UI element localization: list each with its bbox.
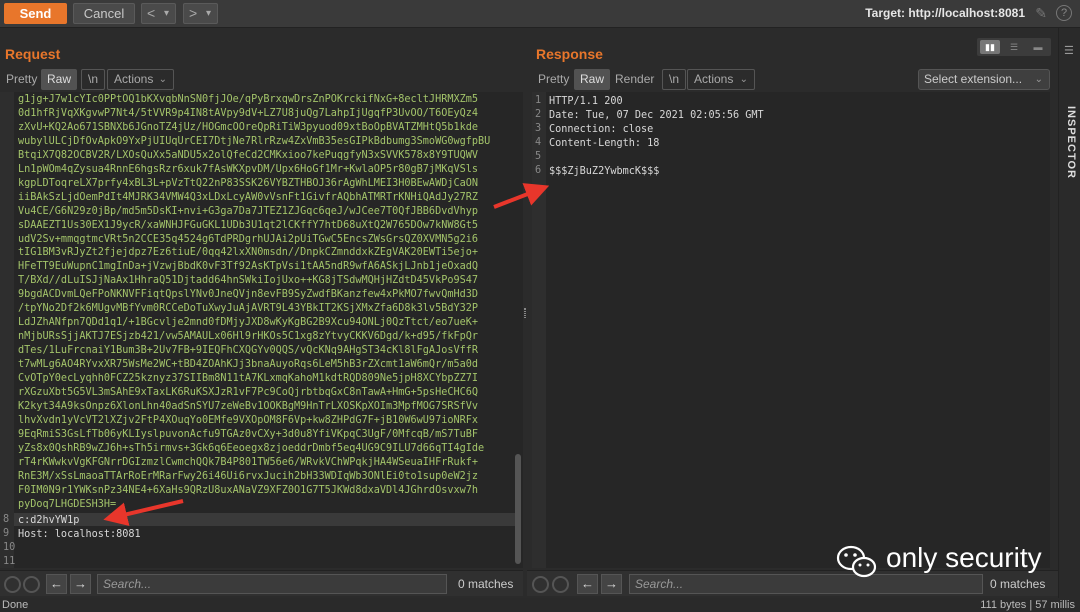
wechat-icon (836, 545, 877, 578)
watermark-text: only security (886, 542, 1042, 573)
arrow-to-request-header (103, 499, 184, 526)
annotation-arrows (103, 183, 550, 526)
arrow-to-response-payload (493, 183, 550, 209)
